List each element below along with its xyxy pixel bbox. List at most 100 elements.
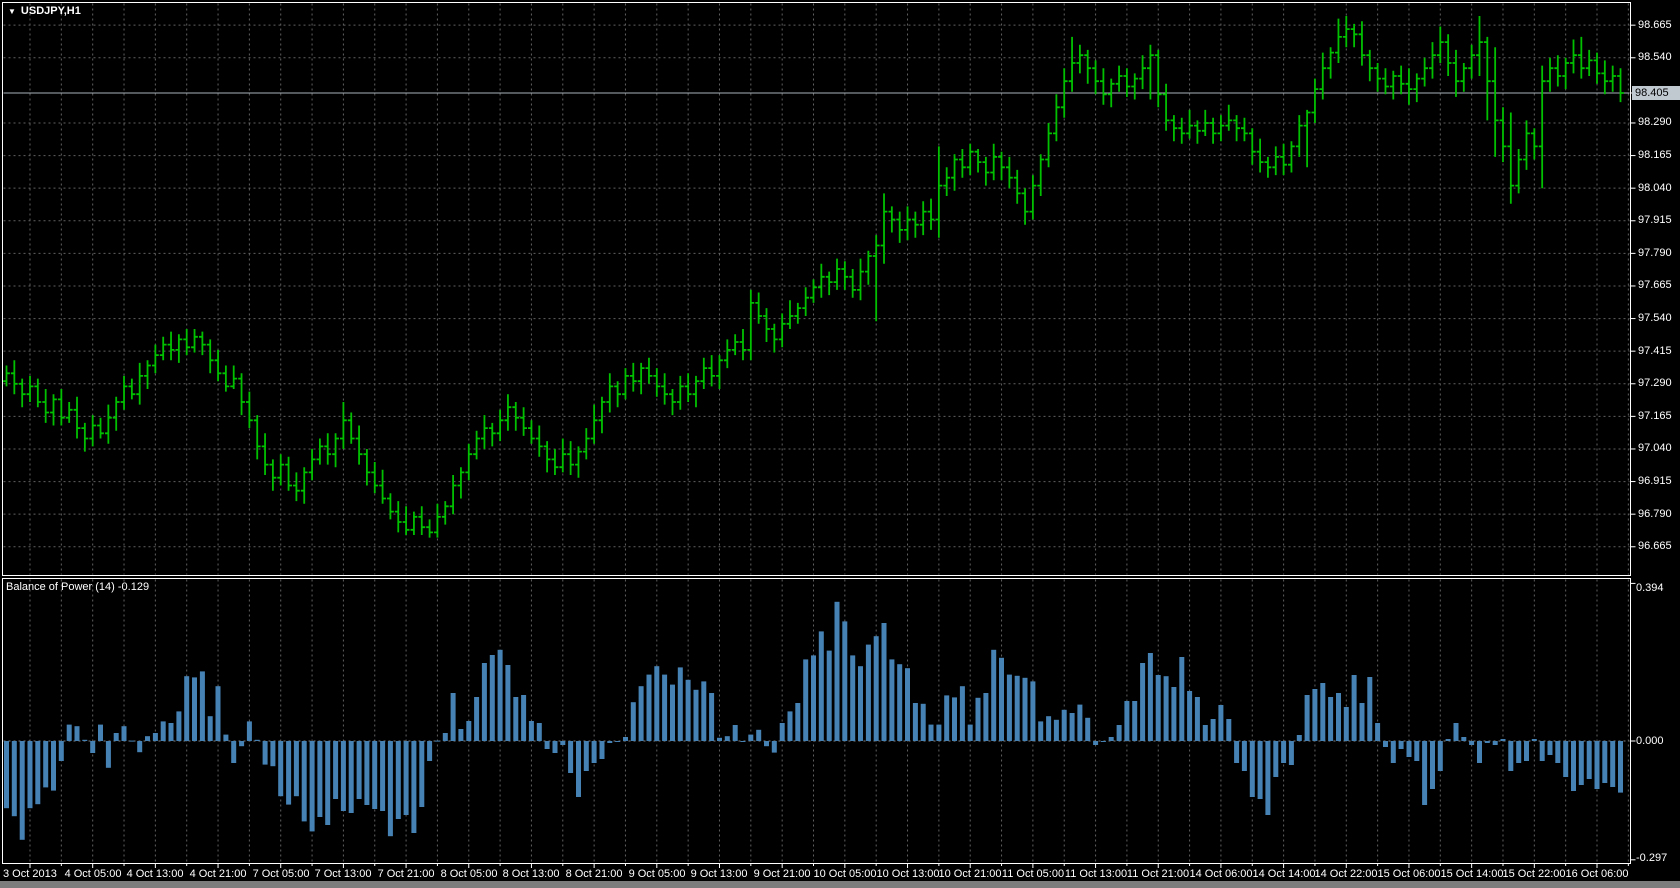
bop-bar [591,741,597,763]
ohlc-bar [1092,60,1099,95]
bop-bar [1563,741,1569,777]
bop-bar [1147,653,1153,741]
ohlc-bar [473,430,480,460]
ohlc-bar [1147,44,1154,100]
ohlc-bar [112,396,120,431]
ohlc-bar [1154,49,1162,108]
time-axis-label: 9 Oct 05:00 [628,868,686,880]
bop-bar [607,741,613,743]
bop-bar [207,716,213,741]
ohlc-bar [763,308,770,342]
ohlc-bar [1413,73,1421,103]
ohlc-bar [865,250,872,285]
time-axis-label: 4 Oct 05:00 [64,868,122,880]
ohlc-bar [708,355,715,387]
chart-canvas[interactable] [0,0,1680,888]
ohlc-bar [841,261,849,290]
ohlc-bar [567,441,574,475]
ohlc-bar [269,459,277,491]
ohlc-bar [379,469,386,504]
ohlc-bar [1100,68,1107,105]
symbol-dropdown-icon[interactable]: ▼ [8,7,16,16]
bop-bar [474,697,480,741]
ohlc-bar [261,433,269,475]
bop-bar [952,697,957,741]
time-axis-label: 9 Oct 21:00 [753,868,811,880]
bop-bar [748,734,754,741]
bop-bar [1022,677,1028,741]
ohlc-bar [1272,146,1280,176]
bop-bar [301,741,307,822]
ohlc-bar [1327,47,1334,79]
ohlc-bar [1554,55,1562,87]
bop-bar [199,671,205,741]
bop-bar [11,741,17,817]
bop-bar [27,741,33,809]
ohlc-bar [167,331,175,361]
bop-bar [184,676,190,741]
price-axis-label: 98.665 [1638,19,1672,31]
bop-bar [1241,741,1247,771]
ohlc-bar [943,167,951,196]
bop-bar [364,741,370,805]
bop-bar [764,741,769,747]
bop-bar [1539,741,1545,761]
bop-bar [1422,741,1428,805]
bop-bar [4,741,9,809]
bop-bar [1296,735,1302,741]
ohlc-bar [1006,156,1013,189]
bop-bar [1288,741,1294,765]
ohlc-bar [951,154,958,191]
bop-bar [1445,739,1451,741]
ohlc-bar [1209,117,1217,144]
bop-bar [693,689,699,741]
ohlc-bar [645,357,653,384]
bop-bar [1328,697,1334,741]
bop-bar [1179,657,1185,741]
bop-bar [920,703,926,741]
ohlc-bar [214,349,222,382]
bop-bar [1461,737,1467,741]
bop-bar [43,741,49,788]
ohlc-bar [10,360,18,395]
panel-borders [2,2,1631,864]
bop-bar [1116,725,1122,741]
bop-bar [192,677,197,741]
ohlc-bar [528,420,535,444]
bop-bar [1555,741,1561,763]
bop-bar [356,741,362,799]
bop-bar [897,664,903,741]
bop-bar [803,659,809,741]
ohlc-bar [1335,18,1342,63]
ohlc-bar [622,368,629,400]
ohlc-bar [1570,39,1577,74]
bop-bar [1273,741,1279,777]
bop-bar [450,693,456,741]
time-axis-label: 15 Oct 14:00 [1440,868,1504,880]
ohlc-bar [1084,49,1092,84]
bop-bar [826,650,832,741]
bop-bar [1390,741,1396,763]
bop-bar [505,665,511,741]
bop-bar [152,733,158,741]
ohlc-bar [488,422,496,447]
ohlc-bar [1342,16,1350,48]
bop-bar [1547,741,1553,755]
ohlc-bar [465,443,473,481]
ohlc-bar [426,519,433,538]
ohlc-bar [496,409,504,442]
ohlc-bar [347,412,355,444]
bop-bar [348,741,354,813]
ohlc-bar [1562,57,1570,90]
ohlc-bar [1225,104,1233,131]
ohlc-bar [872,235,880,322]
bop-bar [419,741,425,807]
bop-bar [19,741,25,840]
ohlc-bar [1382,68,1389,95]
bop-bar [967,724,973,741]
ohlc-bar [1194,120,1201,144]
ohlc-bar [747,289,755,361]
bop-bar [928,724,934,741]
ohlc-bar [504,394,512,431]
bop-bar [403,741,409,815]
